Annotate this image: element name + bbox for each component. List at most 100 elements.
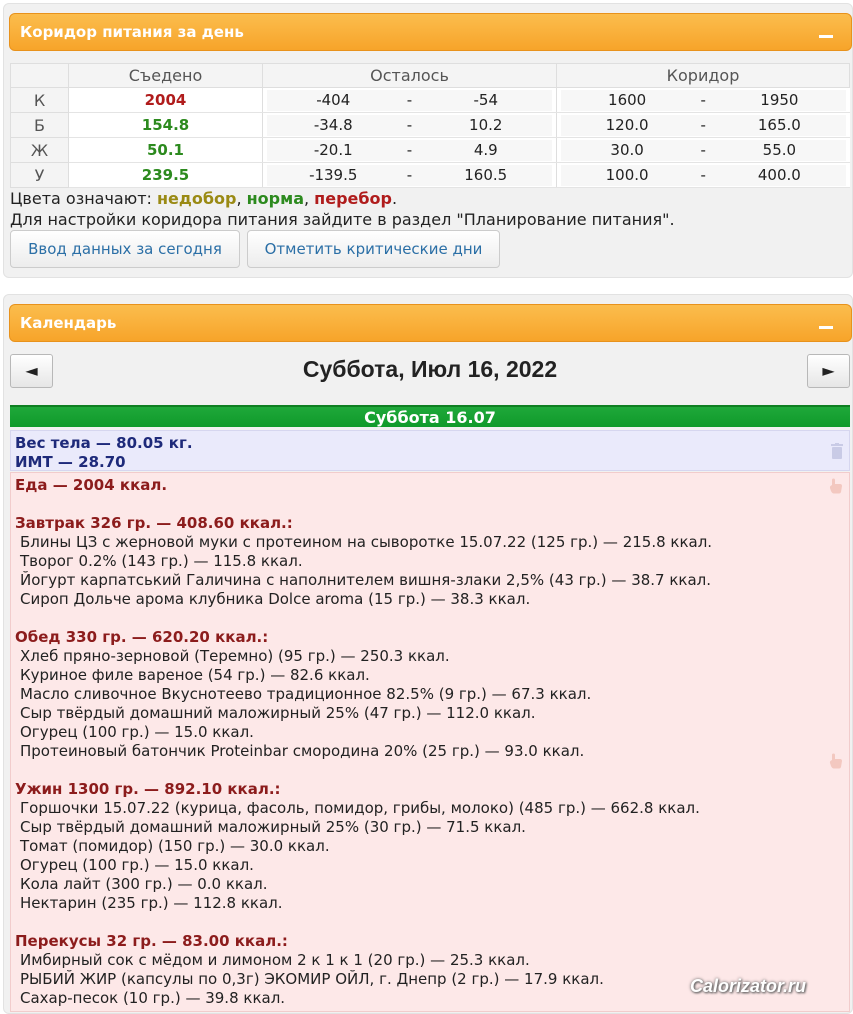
collapse-icon[interactable]: [819, 326, 833, 329]
corner-cell: [10, 63, 69, 88]
col-header-eaten: Съедено: [68, 63, 263, 88]
remaining-min: -34.8: [313, 116, 353, 134]
row-label: К: [10, 87, 69, 113]
legend-sep: ,: [236, 189, 247, 208]
corridor-row: Ж 50.1 -20.1 - 4.9 30.0 - 55.0: [10, 137, 850, 163]
calendar-panel-title: Календарь: [20, 314, 117, 332]
remaining-max: -54: [473, 91, 499, 109]
food-item[interactable]: Томат (помидор) (150 гр.) — 30.0 ккал.: [20, 837, 330, 856]
food-diary: Еда — 2004 ккал. Завтрак 326 гр. — 408.6…: [10, 472, 850, 1012]
corridor-min: 1600: [608, 91, 647, 109]
corridor-max: 165.0: [757, 116, 801, 134]
food-item[interactable]: Нектарин (235 гр.) — 112.8 ккал.: [20, 894, 283, 913]
range-dash: -: [406, 166, 413, 184]
range-dash: -: [700, 166, 706, 184]
corridor-max: 55.0: [762, 141, 797, 159]
next-day-button[interactable]: ►: [807, 354, 850, 388]
meal-header: Завтрак 326 гр. — 408.60 ккал.:: [15, 514, 293, 532]
legend-norm: норма: [246, 189, 304, 208]
legend-end: .: [391, 189, 398, 208]
range-dash: -: [700, 141, 706, 159]
remaining-range: -20.1 - 4.9: [262, 137, 557, 163]
col-header-corridor: Коридор: [556, 63, 850, 88]
food-total: Еда — 2004 ккал.: [15, 476, 168, 494]
legend-prefix: Цвета означают:: [10, 189, 157, 208]
food-item[interactable]: Протеиновый батончик Proteinbar смородин…: [20, 742, 584, 761]
food-item[interactable]: Сыр твёрдый домашний маложирный 25% (30 …: [20, 818, 526, 837]
corridor-range: 100.0 - 400.0: [556, 162, 850, 188]
meal-header: Обед 330 гр. — 620.20 ккал.:: [15, 628, 269, 646]
eaten-value: 154.8: [68, 112, 263, 138]
enter-today-button[interactable]: Ввод данных за сегодня: [10, 230, 240, 268]
remaining-range: -34.8 - 10.2: [262, 112, 557, 138]
food-item[interactable]: Масло сливочное Вкуснотеево традиционное…: [20, 685, 591, 704]
food-item[interactable]: Огурец (100 гр.) — 15.0 ккал.: [20, 856, 254, 875]
critical-days-button[interactable]: Отметить критические дни: [247, 230, 500, 268]
food-item[interactable]: Имбирный сок с мёдом и лимоном 2 к 1 к 1…: [20, 951, 530, 970]
corridor-row: К 2004 -404 - -54 1600 - 1950: [10, 87, 850, 113]
corridor-panel-title: Коридор питания за день: [20, 23, 244, 41]
corridor-range: 120.0 - 165.0: [556, 112, 850, 138]
food-item[interactable]: Хлеб пряно-зерновой (Теремно) (95 гр.) —…: [20, 647, 450, 666]
food-item[interactable]: Сыр твёрдый домашний маложирный 25% (47 …: [20, 704, 536, 723]
food-item[interactable]: Йогурт карпатський Галичина с наполнител…: [20, 571, 711, 590]
remaining-max: 10.2: [469, 116, 503, 134]
corridor-panel-header[interactable]: Коридор питания за день: [9, 13, 852, 51]
remaining-min: -20.1: [313, 141, 353, 159]
bmi: ИМТ — 28.70: [15, 453, 126, 471]
corridor-max: 1950: [760, 91, 799, 109]
row-label: Б: [10, 112, 69, 138]
settings-note: Для настройки коридора питания зайдите в…: [10, 210, 675, 229]
corridor-range: 1600 - 1950: [556, 87, 850, 113]
legend-over: перебор: [314, 189, 392, 208]
calendar-panel-header[interactable]: Календарь: [9, 304, 852, 342]
watermark: Calorizator.ru: [690, 976, 807, 996]
food-item[interactable]: Горшочки 15.07.22 (курица, фасоль, помид…: [20, 799, 700, 818]
day-bar[interactable]: Суббота 16.07: [10, 405, 850, 427]
row-label: Ж: [10, 137, 69, 163]
corridor-max: 400.0: [757, 166, 801, 184]
prev-day-button[interactable]: ◄: [10, 354, 53, 388]
legend-under: недобор: [157, 189, 237, 208]
range-dash: -: [406, 141, 413, 159]
body-weight: Вес тела — 80.05 кг.: [15, 434, 193, 452]
eaten-value: 239.5: [68, 162, 263, 188]
row-label: У: [10, 162, 69, 188]
trash-icon[interactable]: [831, 443, 843, 459]
color-legend: Цвета означают: недобор, норма, перебор.: [10, 189, 397, 208]
meal-header: Ужин 1300 гр. — 892.10 ккал.:: [15, 780, 281, 798]
corridor-row: Б 154.8 -34.8 - 10.2 120.0 - 165.0: [10, 112, 850, 138]
corridor-min: 30.0: [610, 141, 644, 159]
remaining-range: -139.5 - 160.5: [262, 162, 557, 188]
weight-box: Вес тела — 80.05 кг. ИМТ — 28.70: [10, 430, 850, 471]
food-item[interactable]: Сироп Дольче арома клубника Dolce aroma …: [20, 590, 530, 609]
food-item[interactable]: Огурец (100 гр.) — 15.0 ккал.: [20, 723, 254, 742]
corridor-min: 100.0: [605, 166, 649, 184]
range-dash: -: [700, 116, 706, 134]
collapse-icon[interactable]: [819, 35, 833, 38]
eaten-value: 2004: [68, 87, 263, 113]
range-dash: -: [406, 91, 413, 109]
edit-hand-icon[interactable]: [829, 478, 843, 494]
range-dash: -: [406, 116, 413, 134]
eaten-value: 50.1: [68, 137, 263, 163]
food-item[interactable]: Куриное филе вареное (54 гр.) — 82.6 кка…: [20, 666, 370, 685]
edit-hand-icon[interactable]: [829, 753, 843, 769]
col-header-left: Осталось: [262, 63, 557, 88]
food-item[interactable]: Творог 0.2% (143 гр.) — 115.8 ккал.: [20, 552, 303, 571]
range-dash: -: [700, 91, 706, 109]
corridor-row: У 239.5 -139.5 - 160.5 100.0 - 400.0: [10, 162, 850, 188]
food-item[interactable]: Сахар-песок (10 гр.) — 39.8 ккал.: [20, 989, 285, 1008]
remaining-range: -404 - -54: [262, 87, 557, 113]
remaining-max: 160.5: [464, 166, 508, 184]
remaining-max: 4.9: [473, 141, 498, 159]
legend-sep: ,: [303, 189, 315, 208]
remaining-min: -404: [316, 91, 351, 109]
food-item[interactable]: Блины ЦЗ с жерновой муки с протеином на …: [20, 533, 712, 552]
food-item[interactable]: Кола лайт (300 гр.) — 0.0 ккал.: [20, 875, 268, 894]
date-title: Суббота, Июл 16, 2022: [302, 356, 558, 382]
food-item[interactable]: РЫБИЙ ЖИР (капсулы по 0,3г) ЭКОМИР ОЙЛ, …: [20, 970, 604, 989]
remaining-min: -139.5: [309, 166, 358, 184]
corridor-min: 120.0: [605, 116, 649, 134]
corridor-table: Съедено Осталось Коридор К 2004 -404 - -54 16…: [10, 63, 850, 188]
